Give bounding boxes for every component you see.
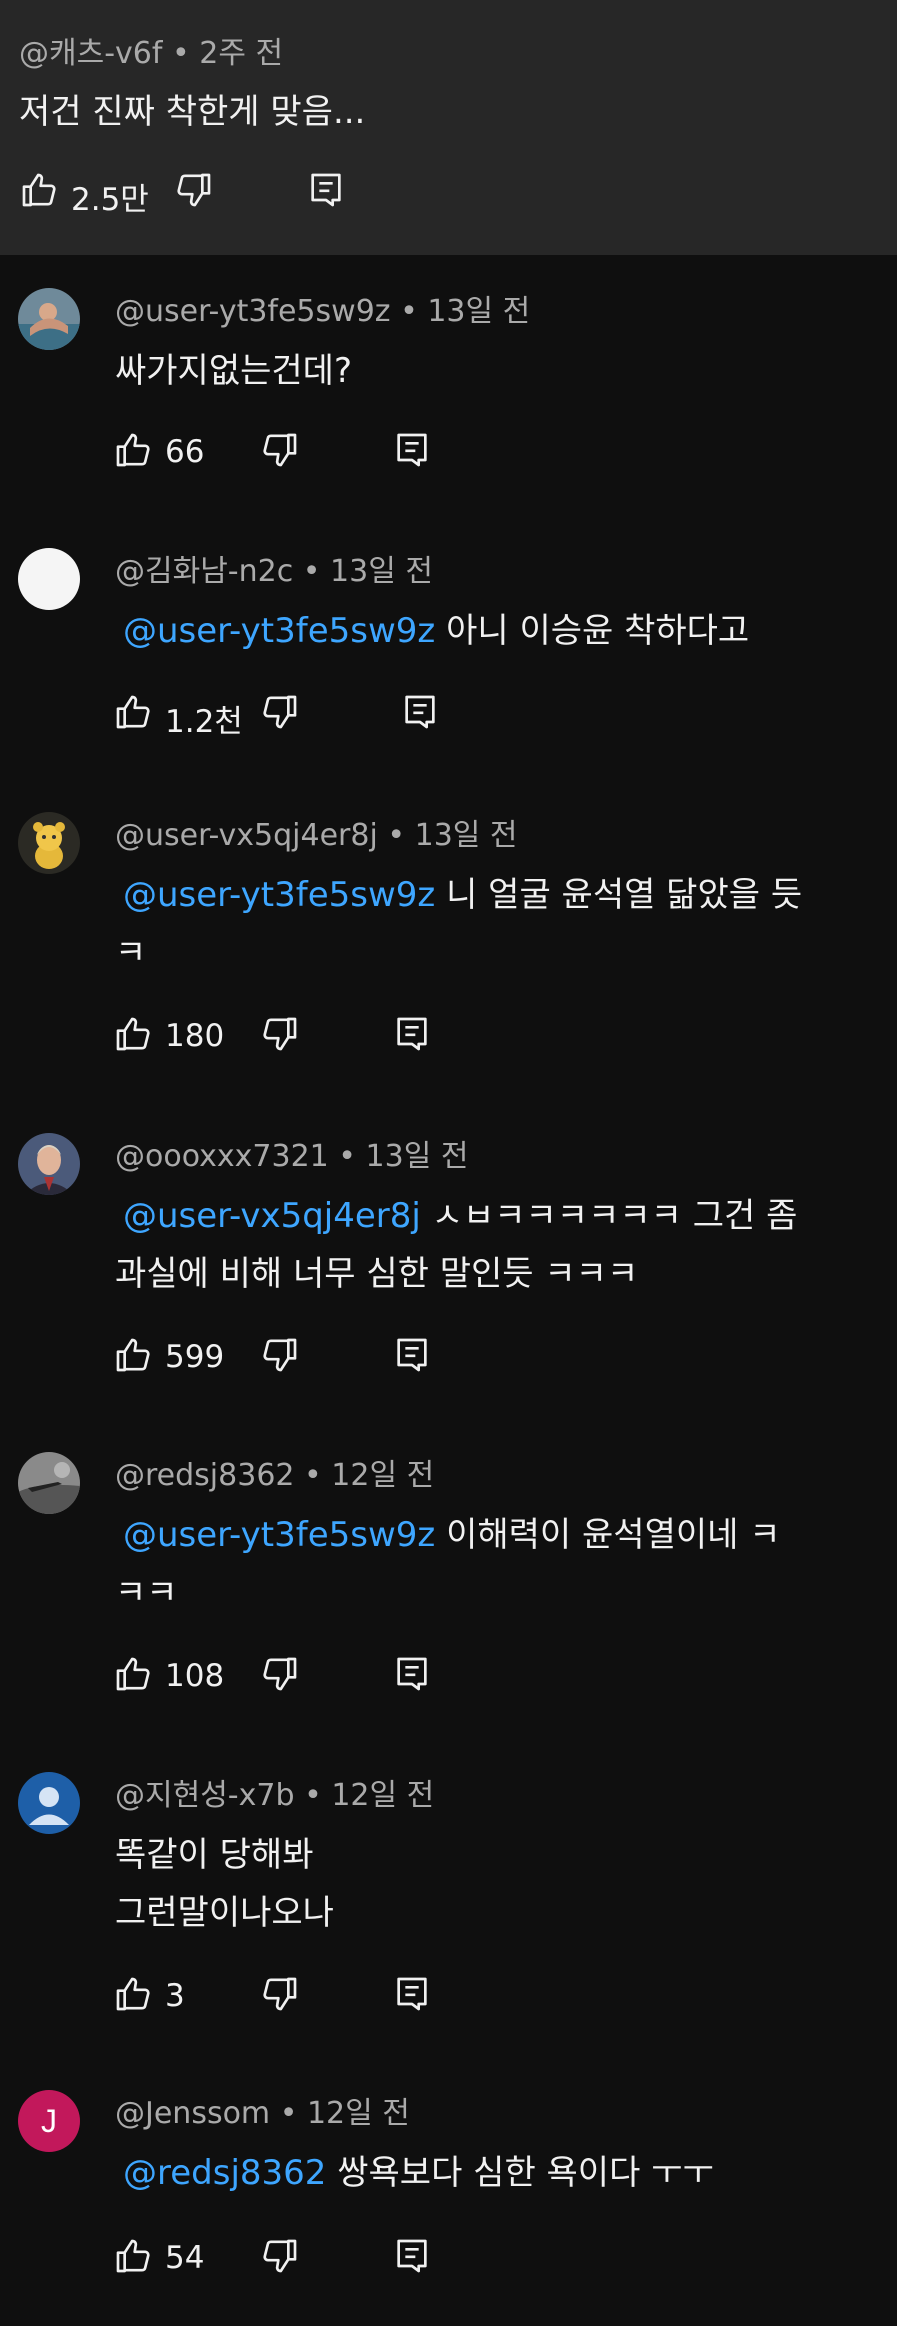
comment-meta: @김화남-n2c • 13일 전 — [115, 554, 433, 589]
comment-author[interactable]: @Jenssom — [115, 2096, 270, 2131]
comment-time: 13일 전 — [365, 1139, 469, 1174]
avatar[interactable] — [18, 1133, 80, 1195]
comment-meta: @oooxxx7321 • 13일 전 — [115, 1139, 469, 1174]
comment-text: 싸가지없는건데? — [115, 342, 885, 400]
avatar[interactable] — [18, 1772, 80, 1834]
thumbs-up-icon[interactable] — [19, 170, 59, 214]
comment-text: @redsj8362 쌍욕보다 심한 욕이다 ㅜㅜ — [115, 2144, 885, 2202]
reply-icon[interactable] — [392, 430, 432, 474]
thumbs-down-icon[interactable] — [260, 1335, 300, 1379]
thumbs-up-icon[interactable] — [113, 692, 153, 736]
avatar[interactable] — [18, 548, 80, 610]
comment-time: 13일 전 — [427, 294, 531, 329]
comment-actions: 54 — [113, 2234, 453, 2282]
comment-meta: @user-vx5qj4er8j • 13일 전 — [115, 818, 518, 853]
comment-meta: @캐츠-v6f • 2주 전 — [19, 36, 284, 71]
comment-line: 과실에 비해 너무 심한 말인듯 ㅋㅋㅋ — [115, 1254, 639, 1294]
comment-time: 12일 전 — [331, 1778, 435, 1813]
comment-text: 저건 진짜 착한게 맞음... — [19, 92, 366, 132]
comment-author[interactable]: @redsj8362 — [115, 1458, 295, 1493]
comment-text: @user-yt3fe5sw9z 아니 이승윤 착하다고 — [115, 602, 885, 660]
comment-line: @user-yt3fe5sw9z 아니 이승윤 착하다고 — [123, 611, 750, 651]
comment-actions: 2.5만 — [19, 168, 379, 218]
thumbs-down-icon[interactable] — [260, 2236, 300, 2280]
comment-line: ㅋㅋ — [115, 1573, 178, 1613]
comment-line: @user-yt3fe5sw9z 이해력이 윤석열이네 ㅋ — [123, 1515, 781, 1555]
thumbs-down-icon[interactable] — [174, 170, 214, 214]
avatar[interactable] — [18, 1452, 80, 1514]
reply-icon[interactable] — [400, 692, 440, 736]
comment-line: 그런말이나오나 — [115, 1893, 334, 1933]
thumbs-up-icon[interactable] — [113, 430, 153, 474]
comment-author[interactable]: @user-vx5qj4er8j — [115, 818, 378, 853]
comment-line: @user-vx5qj4er8j ㅅㅂㅋㅋㅋㅋㅋㅋ 그건 좀 — [123, 1196, 798, 1236]
comment-actions: 66 — [113, 428, 453, 476]
comment-author[interactable]: @김화남-n2c — [115, 554, 293, 589]
comment-time: 12일 전 — [331, 1458, 435, 1493]
like-count: 54 — [165, 2240, 205, 2276]
comment-time: 13일 전 — [414, 818, 518, 853]
avatar[interactable] — [18, 812, 80, 874]
like-count: 108 — [165, 1658, 225, 1694]
comment-text: @user-yt3fe5sw9z 이해력이 윤석열이네 ㅋㅋㅋ — [115, 1506, 885, 1622]
thumbs-down-icon[interactable] — [260, 1654, 300, 1698]
comment-text: 똑같이 당해봐그런말이나오나 — [115, 1826, 885, 1942]
mention-link[interactable]: @redsj8362 — [123, 2153, 326, 2193]
thumbs-up-icon[interactable] — [113, 1014, 153, 1058]
highlighted-comment: @캐츠-v6f • 2주 전 저건 진짜 착한게 맞음... 2.5만 — [0, 0, 897, 255]
comment-author[interactable]: @캐츠-v6f — [19, 36, 162, 71]
like-count: 2.5만 — [71, 182, 149, 218]
thumbs-down-icon[interactable] — [260, 1014, 300, 1058]
mention-link[interactable]: @user-yt3fe5sw9z — [123, 875, 435, 915]
thumbs-up-icon[interactable] — [113, 1654, 153, 1698]
comment-line: ㅋ — [115, 933, 147, 973]
avatar[interactable]: J — [18, 2090, 80, 2152]
comment-text: @user-vx5qj4er8j ㅅㅂㅋㅋㅋㅋㅋㅋ 그건 좀과실에 비해 너무 … — [115, 1187, 885, 1303]
like-count: 3 — [165, 1978, 185, 2014]
comment-meta: @지현성-x7b • 12일 전 — [115, 1778, 435, 1813]
comment-meta: @Jenssom • 12일 전 — [115, 2096, 410, 2131]
avatar-letter: J — [41, 2102, 57, 2139]
comment-author[interactable]: @oooxxx7321 — [115, 1139, 329, 1174]
comment-line: 싸가지없는건데? — [115, 351, 353, 391]
comment-author[interactable]: @user-yt3fe5sw9z — [115, 294, 391, 329]
thumbs-down-icon[interactable] — [260, 430, 300, 474]
like-count: 66 — [165, 434, 205, 470]
reply-icon[interactable] — [392, 1654, 432, 1698]
thumbs-down-icon[interactable] — [260, 1974, 300, 2018]
comment-line: @user-yt3fe5sw9z 니 얼굴 윤석열 닮았을 듯 — [123, 875, 803, 915]
comment-time: 12일 전 — [306, 2096, 410, 2131]
comment-actions: 180 — [113, 1012, 453, 1060]
reply-icon[interactable] — [392, 2236, 432, 2280]
comment-text: @user-yt3fe5sw9z 니 얼굴 윤석열 닮았을 듯 ㅋ — [115, 866, 885, 982]
mention-link[interactable]: @user-vx5qj4er8j — [123, 1196, 421, 1236]
thumbs-up-icon[interactable] — [113, 2236, 153, 2280]
mention-link[interactable]: @user-yt3fe5sw9z — [123, 611, 435, 651]
reply-icon[interactable] — [392, 1014, 432, 1058]
avatar[interactable] — [18, 288, 80, 350]
reply-icon[interactable] — [392, 1335, 432, 1379]
comment-author[interactable]: @지현성-x7b — [115, 1778, 295, 1813]
mention-link[interactable]: @user-yt3fe5sw9z — [123, 1515, 435, 1555]
comment-actions: 108 — [113, 1652, 453, 1700]
thumbs-up-icon[interactable] — [113, 1974, 153, 2018]
like-count: 180 — [165, 1018, 225, 1054]
comment-line: 똑같이 당해봐 — [115, 1835, 314, 1875]
comment-time: 13일 전 — [330, 554, 433, 589]
comment-actions: 599 — [113, 1333, 453, 1381]
comment-time: 2주 전 — [199, 36, 284, 71]
reply-icon[interactable] — [306, 170, 346, 214]
comment-line: @redsj8362 쌍욕보다 심한 욕이다 ㅜㅜ — [123, 2153, 714, 2193]
thumbs-down-icon[interactable] — [260, 692, 300, 736]
like-count: 599 — [165, 1339, 225, 1375]
like-count: 1.2천 — [165, 704, 243, 740]
comment-actions: 1.2천 — [113, 690, 453, 740]
comment-meta: @redsj8362 • 12일 전 — [115, 1458, 435, 1493]
reply-icon[interactable] — [392, 1974, 432, 2018]
comment-meta: @user-yt3fe5sw9z • 13일 전 — [115, 294, 531, 329]
comment-actions: 3 — [113, 1972, 453, 2020]
thumbs-up-icon[interactable] — [113, 1335, 153, 1379]
